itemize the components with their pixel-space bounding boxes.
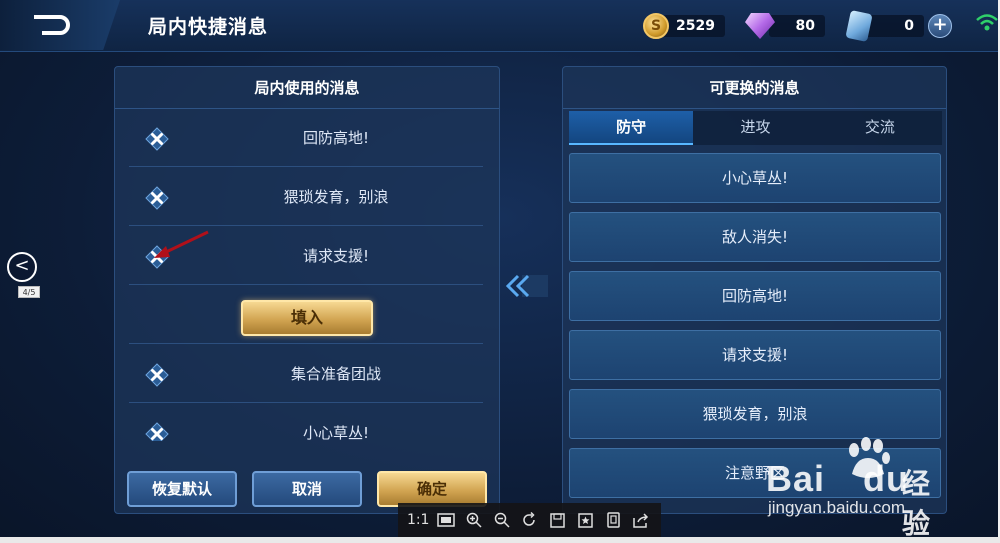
category-tabs: 防守 进攻 交流: [569, 111, 942, 145]
message-text: 小心草丛!: [302, 424, 369, 441]
viewer-toolbar: 1:1: [398, 503, 661, 537]
in-game-messages-title: 局内使用的消息: [115, 67, 499, 109]
watermark-url: jingyan.baidu.com: [768, 498, 906, 517]
confirm-button[interactable]: 确定: [377, 471, 487, 507]
back-arrow-icon: [34, 15, 70, 35]
message-text: 猥琐发育，别浪: [283, 188, 389, 206]
share-icon[interactable]: [630, 512, 652, 528]
tab-attack[interactable]: 进攻: [693, 111, 818, 145]
message-list[interactable]: 回防高地! 猥琐发育，别浪 请求支援! 填入 集合准备团战 小心草丛!: [115, 109, 501, 441]
game-screen: 局内快捷消息 S 2529 80 0 + 局内使用的消息 回防高地! 猥琐发育，…: [0, 0, 1000, 543]
copy-icon[interactable]: [602, 512, 624, 528]
zoom-out-icon[interactable]: [491, 512, 513, 528]
ticket-icon: [845, 10, 873, 42]
baidu-brand: Bai du: [766, 458, 910, 499]
zoom-in-icon[interactable]: [463, 512, 485, 528]
remove-icon[interactable]: [145, 363, 169, 387]
page-title: 局内快捷消息: [148, 16, 269, 38]
remove-icon[interactable]: [145, 422, 169, 441]
fill-in-button[interactable]: 填入: [241, 300, 373, 336]
coin-icon: S: [643, 13, 669, 39]
coin-counter: S 2529: [643, 12, 725, 40]
previous-image-button[interactable]: <: [7, 252, 37, 282]
option-item[interactable]: 小心草丛!: [569, 153, 941, 203]
fit-screen-icon[interactable]: [435, 513, 457, 527]
pointer-arrow-icon: [154, 230, 209, 258]
top-bar: 局内快捷消息 S 2529 80 0 +: [0, 0, 1000, 52]
ticket-counter: 0 +: [845, 10, 952, 42]
image-counter: 4/5: [18, 286, 40, 298]
option-item[interactable]: 回防高地!: [569, 271, 941, 321]
wifi-icon: [976, 14, 998, 31]
save-icon[interactable]: [546, 512, 568, 528]
message-text: 请求支援!: [302, 247, 369, 265]
list-item[interactable]: 回防高地!: [129, 109, 483, 167]
double-chevron-left-icon: [505, 274, 548, 298]
in-game-messages-panel: 局内使用的消息 回防高地! 猥琐发育，别浪 请求支援! 填入 集合准备团战 小心…: [114, 66, 500, 514]
gem-counter: 80: [745, 12, 825, 40]
restore-default-button[interactable]: 恢复默认: [127, 471, 237, 507]
list-item[interactable]: 小心草丛!: [129, 404, 483, 441]
replaceable-messages-title: 可更换的消息: [563, 67, 946, 109]
add-currency-button[interactable]: +: [928, 14, 952, 38]
tab-communication[interactable]: 交流: [817, 111, 942, 145]
option-item[interactable]: 猥琐发育，别浪: [569, 389, 941, 439]
message-text: 回防高地!: [302, 129, 369, 147]
window-edge: [0, 537, 1000, 543]
watermark-jingyan: 经验: [902, 467, 931, 540]
list-item[interactable]: 猥琐发育，别浪: [129, 168, 483, 226]
message-text: 集合准备团战: [290, 365, 381, 383]
coin-value: 2529: [663, 15, 725, 37]
list-item[interactable]: 集合准备团战: [129, 345, 483, 403]
ticket-value: 0: [866, 15, 924, 37]
option-item[interactable]: 敌人消失!: [569, 212, 941, 262]
cancel-button[interactable]: 取消: [252, 471, 362, 507]
rotate-icon[interactable]: [518, 512, 540, 528]
baidu-watermark: Bai du 经验 jingyan.baidu.com: [766, 436, 956, 540]
bookmark-icon[interactable]: [574, 512, 596, 528]
gem-value: 80: [769, 15, 825, 37]
actual-size-button[interactable]: 1:1: [407, 512, 430, 528]
remove-icon[interactable]: [145, 186, 169, 210]
tab-defense[interactable]: 防守: [569, 111, 694, 145]
back-button[interactable]: [0, 0, 120, 50]
remove-icon[interactable]: [145, 127, 169, 151]
option-item[interactable]: 请求支援!: [569, 330, 941, 380]
